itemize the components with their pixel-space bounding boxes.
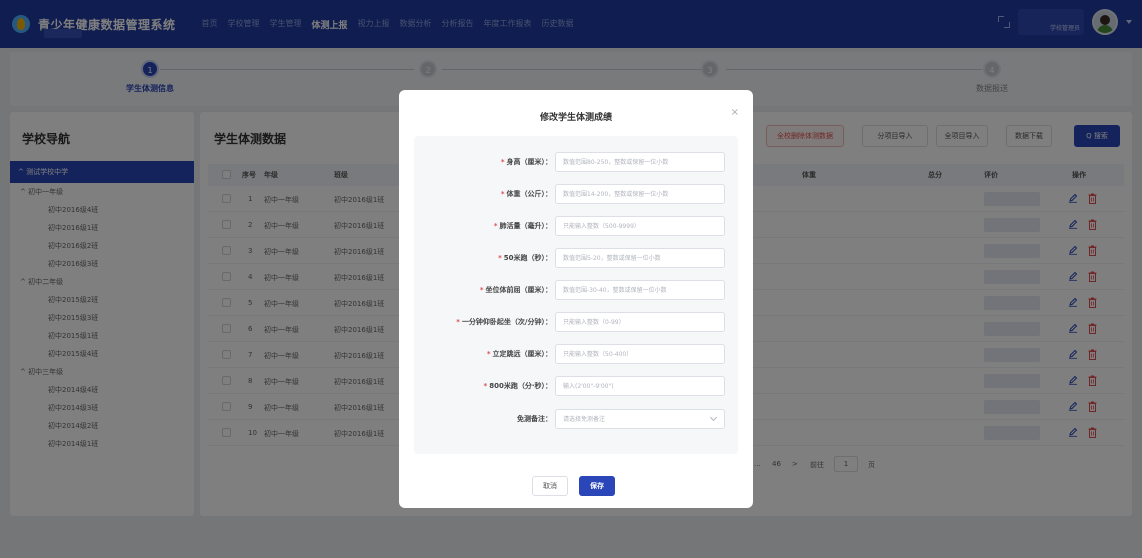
score-input[interactable] bbox=[555, 152, 725, 172]
close-icon[interactable]: × bbox=[731, 107, 739, 118]
field-label: * 肺活量（毫升）： bbox=[494, 221, 552, 231]
field-label-text: 体重（公斤）： bbox=[506, 190, 553, 198]
field-label-text: 50米跑（秒）： bbox=[503, 254, 552, 262]
required-mark: * bbox=[500, 158, 505, 166]
form-row: * 肺活量（毫升）： bbox=[414, 216, 738, 236]
field-label: * 身高（厘米）： bbox=[501, 157, 552, 167]
field-label: * 一分钟仰卧起坐（次/分钟）： bbox=[456, 317, 552, 327]
field-label-text: 800米跑（分·秒）： bbox=[489, 382, 552, 390]
form-row: * 坐位体前屈（厘米）： bbox=[414, 280, 738, 300]
score-input[interactable] bbox=[555, 216, 725, 236]
required-mark: * bbox=[456, 318, 460, 326]
field-label-text: 肺活量（毫升）： bbox=[499, 222, 553, 230]
field-label-text: 免测备注： bbox=[517, 415, 552, 423]
cancel-button[interactable]: 取消 bbox=[532, 476, 568, 496]
field-label: * 立定跳远（厘米）： bbox=[487, 349, 552, 359]
form-row: 免测备注： bbox=[414, 409, 738, 429]
score-input[interactable] bbox=[555, 312, 725, 332]
score-input[interactable] bbox=[555, 280, 725, 300]
required-mark: * bbox=[498, 254, 502, 262]
required-mark: * bbox=[483, 382, 488, 390]
score-input[interactable] bbox=[555, 184, 725, 204]
score-form: *身高（厘米）：*体重（公斤）：*肺活量（毫升）：*50米跑（秒）：*坐位体前屈… bbox=[414, 136, 738, 454]
edit-score-dialog: 修改学生体测成绩 × *身高（厘米）：*体重（公斤）：*肺活量（毫升）：*50米… bbox=[399, 90, 753, 508]
form-row: * 50米跑（秒）： bbox=[414, 248, 738, 268]
dialog-title: 修改学生体测成绩 bbox=[539, 113, 612, 123]
exemption-note-select[interactable] bbox=[555, 409, 725, 429]
field-label-text: 一分钟仰卧起坐（次/分钟）： bbox=[461, 318, 552, 326]
field-label: * 坐位体前屈（厘米）： bbox=[480, 285, 552, 295]
score-input[interactable] bbox=[555, 344, 725, 364]
form-row: * 一分钟仰卧起坐（次/分钟）： bbox=[414, 312, 738, 332]
field-label: * 800米跑（分·秒）： bbox=[484, 381, 552, 391]
field-label-text: 立定跳远（厘米）： bbox=[492, 350, 553, 358]
save-button[interactable]: 保存 bbox=[579, 476, 615, 496]
form-row: * 身高（厘米）： bbox=[414, 152, 738, 172]
required-mark: * bbox=[493, 222, 498, 230]
form-row: * 800米跑（分·秒）： bbox=[414, 376, 738, 396]
score-input[interactable] bbox=[555, 248, 725, 268]
required-mark: * bbox=[486, 350, 491, 358]
field-label-text: 身高（厘米）： bbox=[506, 158, 553, 166]
form-row: * 体重（公斤）： bbox=[414, 184, 738, 204]
score-input[interactable] bbox=[555, 376, 725, 396]
field-label: * 50米跑（秒）： bbox=[498, 253, 552, 263]
required-mark: * bbox=[479, 286, 484, 294]
field-label: 免测备注： bbox=[517, 414, 552, 424]
form-row: * 立定跳远（厘米）： bbox=[414, 344, 738, 364]
required-mark: * bbox=[500, 190, 505, 198]
field-label: * 体重（公斤）： bbox=[501, 189, 552, 199]
field-label-text: 坐位体前屈（厘米）： bbox=[485, 286, 553, 294]
